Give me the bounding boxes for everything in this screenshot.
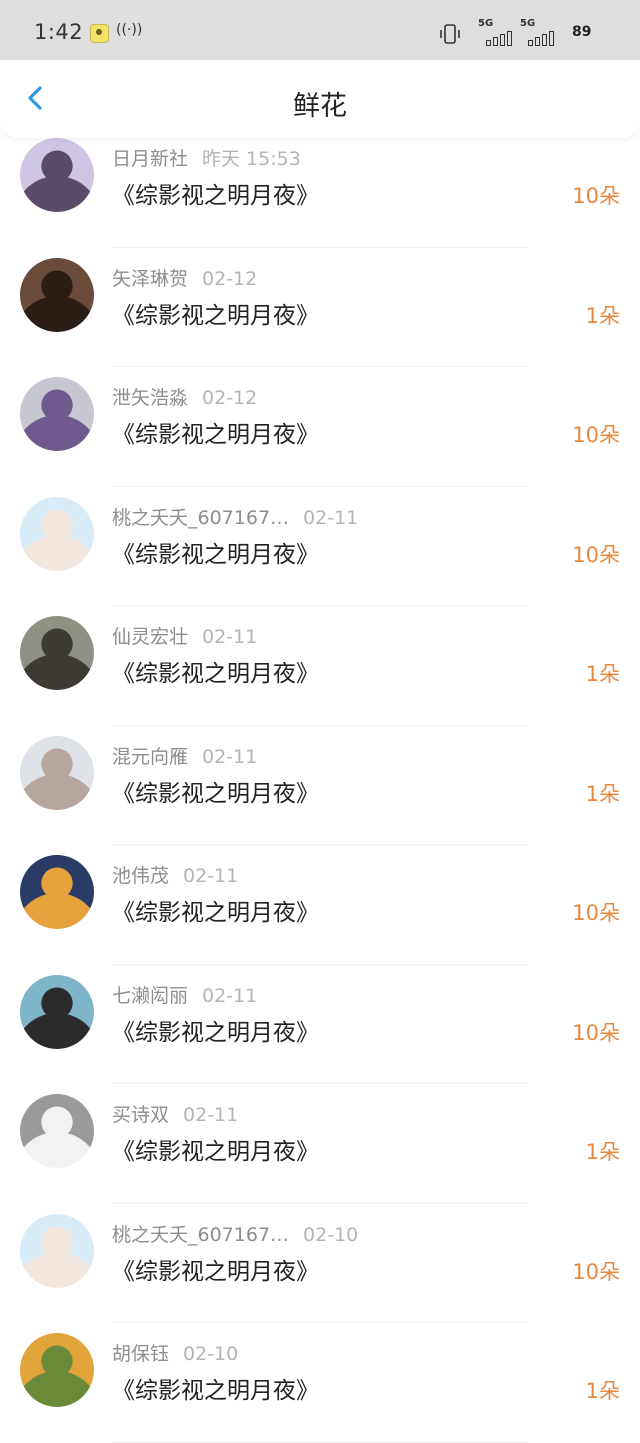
book-title: 《综影视之明月夜》 — [112, 1258, 319, 1285]
list-item[interactable]: 七濑闳丽 02-11 《综影视之明月夜》 10朵 — [0, 965, 640, 1084]
hotspot-icon: ((·)) — [116, 22, 143, 38]
user-name[interactable]: 日月新社 — [112, 148, 188, 170]
signal-icon-sim2: 5G — [520, 18, 556, 48]
page-title: 鲜花 — [293, 91, 347, 122]
book-title: 《综影视之明月夜》 — [112, 541, 319, 568]
user-name[interactable]: 买诗双 — [112, 1104, 169, 1126]
user-line: 日月新社 昨天 15:53 — [112, 144, 301, 171]
top-nav-bar: 鲜花 — [0, 60, 640, 138]
battery-icon: 89 — [572, 24, 592, 40]
flower-count: 10朵 — [572, 1259, 620, 1284]
book-title: 《综影视之明月夜》 — [112, 1019, 319, 1046]
avatar[interactable] — [20, 1094, 94, 1168]
list-item[interactable]: 桃之夭夭_607167… 02-11 《综影视之明月夜》 10朵 — [0, 487, 640, 606]
flower-count: 10朵 — [572, 1020, 620, 1045]
user-line: 买诗双 02-11 — [112, 1100, 238, 1127]
user-name[interactable]: 混元向雁 — [112, 746, 188, 768]
user-line: 矢泽琳贺 02-12 — [112, 264, 257, 291]
flower-count: 1朵 — [585, 1140, 620, 1164]
user-line: 仙灵宏壮 02-11 — [112, 622, 257, 649]
user-name[interactable]: 七濑闳丽 — [112, 985, 188, 1007]
timestamp: 02-11 — [202, 626, 258, 648]
status-time: 1:42 — [34, 20, 84, 44]
flower-count: 10朵 — [572, 423, 620, 447]
list-item[interactable]: 仙灵宏壮 02-11 《综影视之明月夜》 1朵 — [0, 606, 640, 726]
user-name[interactable]: 胡保钰 — [112, 1343, 169, 1365]
timestamp: 02-12 — [202, 387, 258, 409]
flower-count: 1朵 — [585, 1379, 620, 1403]
flower-count: 10朵 — [572, 901, 620, 925]
timestamp: 02-11 — [183, 1104, 239, 1126]
user-name[interactable]: 桃之夭夭_607167… — [112, 507, 289, 529]
avatar[interactable] — [20, 496, 94, 571]
signal-icon-sim1: 5G — [478, 18, 514, 48]
book-title: 《综影视之明月夜》 — [112, 422, 319, 448]
timestamp: 昨天 15:53 — [202, 148, 301, 170]
user-line: 混元向雁 02-11 — [112, 742, 257, 769]
book-title: 《综影视之明月夜》 — [112, 900, 319, 926]
list-item[interactable]: 矢泽琳贺 02-12 《综影视之明月夜》 1朵 — [0, 248, 640, 367]
timestamp: 02-11 — [202, 745, 258, 768]
timestamp: 02-10 — [303, 1223, 359, 1246]
list-item[interactable]: 桃之夭夭_607167… 02-10 《综影视之明月夜》 10朵 — [0, 1204, 640, 1323]
book-title: 《综影视之明月夜》 — [112, 183, 319, 209]
timestamp: 02-11 — [183, 865, 239, 887]
user-name[interactable]: 池伟茂 — [112, 865, 169, 887]
list-item[interactable]: 混元向雁 02-11 《综影视之明月夜》 1朵 — [0, 726, 640, 845]
book-title: 《综影视之明月夜》 — [112, 302, 319, 329]
avatar[interactable] — [20, 974, 94, 1049]
user-line: 桃之夭夭_607167… 02-10 — [112, 1220, 358, 1247]
list-item[interactable]: 胡保钰 02-10 《综影视之明月夜》 1朵 — [0, 1323, 640, 1443]
user-name[interactable]: 桃之夭夭_607167… — [112, 1224, 289, 1246]
avatar[interactable] — [20, 1333, 94, 1407]
timestamp: 02-12 — [202, 267, 258, 290]
user-name[interactable]: 泄矢浩淼 — [112, 387, 188, 409]
book-title: 《综影视之明月夜》 — [112, 661, 319, 687]
status-bar: 1:42 ((·)) 5G 5G 89 — [0, 0, 640, 60]
avatar[interactable] — [20, 138, 94, 212]
timestamp: 02-11 — [303, 506, 359, 529]
user-name[interactable]: 矢泽琳贺 — [112, 268, 188, 290]
user-line: 七濑闳丽 02-11 — [112, 981, 257, 1008]
avatar[interactable] — [20, 616, 94, 690]
user-line: 桃之夭夭_607167… 02-11 — [112, 503, 358, 530]
user-name[interactable]: 仙灵宏壮 — [112, 626, 188, 648]
vibrate-icon — [440, 24, 460, 44]
user-line: 胡保钰 02-10 — [112, 1339, 238, 1366]
timestamp: 02-10 — [183, 1343, 239, 1365]
timestamp: 02-11 — [202, 984, 258, 1007]
book-title: 《综影视之明月夜》 — [112, 1139, 319, 1165]
avatar[interactable] — [20, 855, 94, 929]
divider — [112, 1441, 528, 1443]
list-item[interactable]: 日月新社 昨天 15:53 《综影视之明月夜》 10朵 — [0, 128, 640, 248]
avatar[interactable] — [20, 1213, 94, 1288]
avatar[interactable] — [20, 377, 94, 451]
flower-count: 1朵 — [585, 781, 620, 806]
list-item[interactable]: 池伟茂 02-11 《综影视之明月夜》 10朵 — [0, 845, 640, 965]
avatar[interactable] — [20, 257, 94, 332]
user-line: 泄矢浩淼 02-12 — [112, 383, 257, 410]
avatar[interactable] — [20, 735, 94, 810]
flower-count: 1朵 — [585, 303, 620, 328]
notification-app-icon — [90, 24, 109, 43]
user-line: 池伟茂 02-11 — [112, 861, 238, 888]
flower-count: 10朵 — [572, 542, 620, 567]
book-title: 《综影视之明月夜》 — [112, 780, 319, 807]
flower-count: 10朵 — [572, 184, 620, 208]
list-item[interactable]: 买诗双 02-11 《综影视之明月夜》 1朵 — [0, 1084, 640, 1204]
flower-count: 1朵 — [585, 662, 620, 686]
flower-record-list: 日月新社 昨天 15:53 《综影视之明月夜》 10朵 矢泽琳贺 02-12 《综影… — [0, 128, 640, 1443]
book-title: 《综影视之明月夜》 — [112, 1378, 319, 1404]
list-item[interactable]: 泄矢浩淼 02-12 《综影视之明月夜》 10朵 — [0, 367, 640, 487]
